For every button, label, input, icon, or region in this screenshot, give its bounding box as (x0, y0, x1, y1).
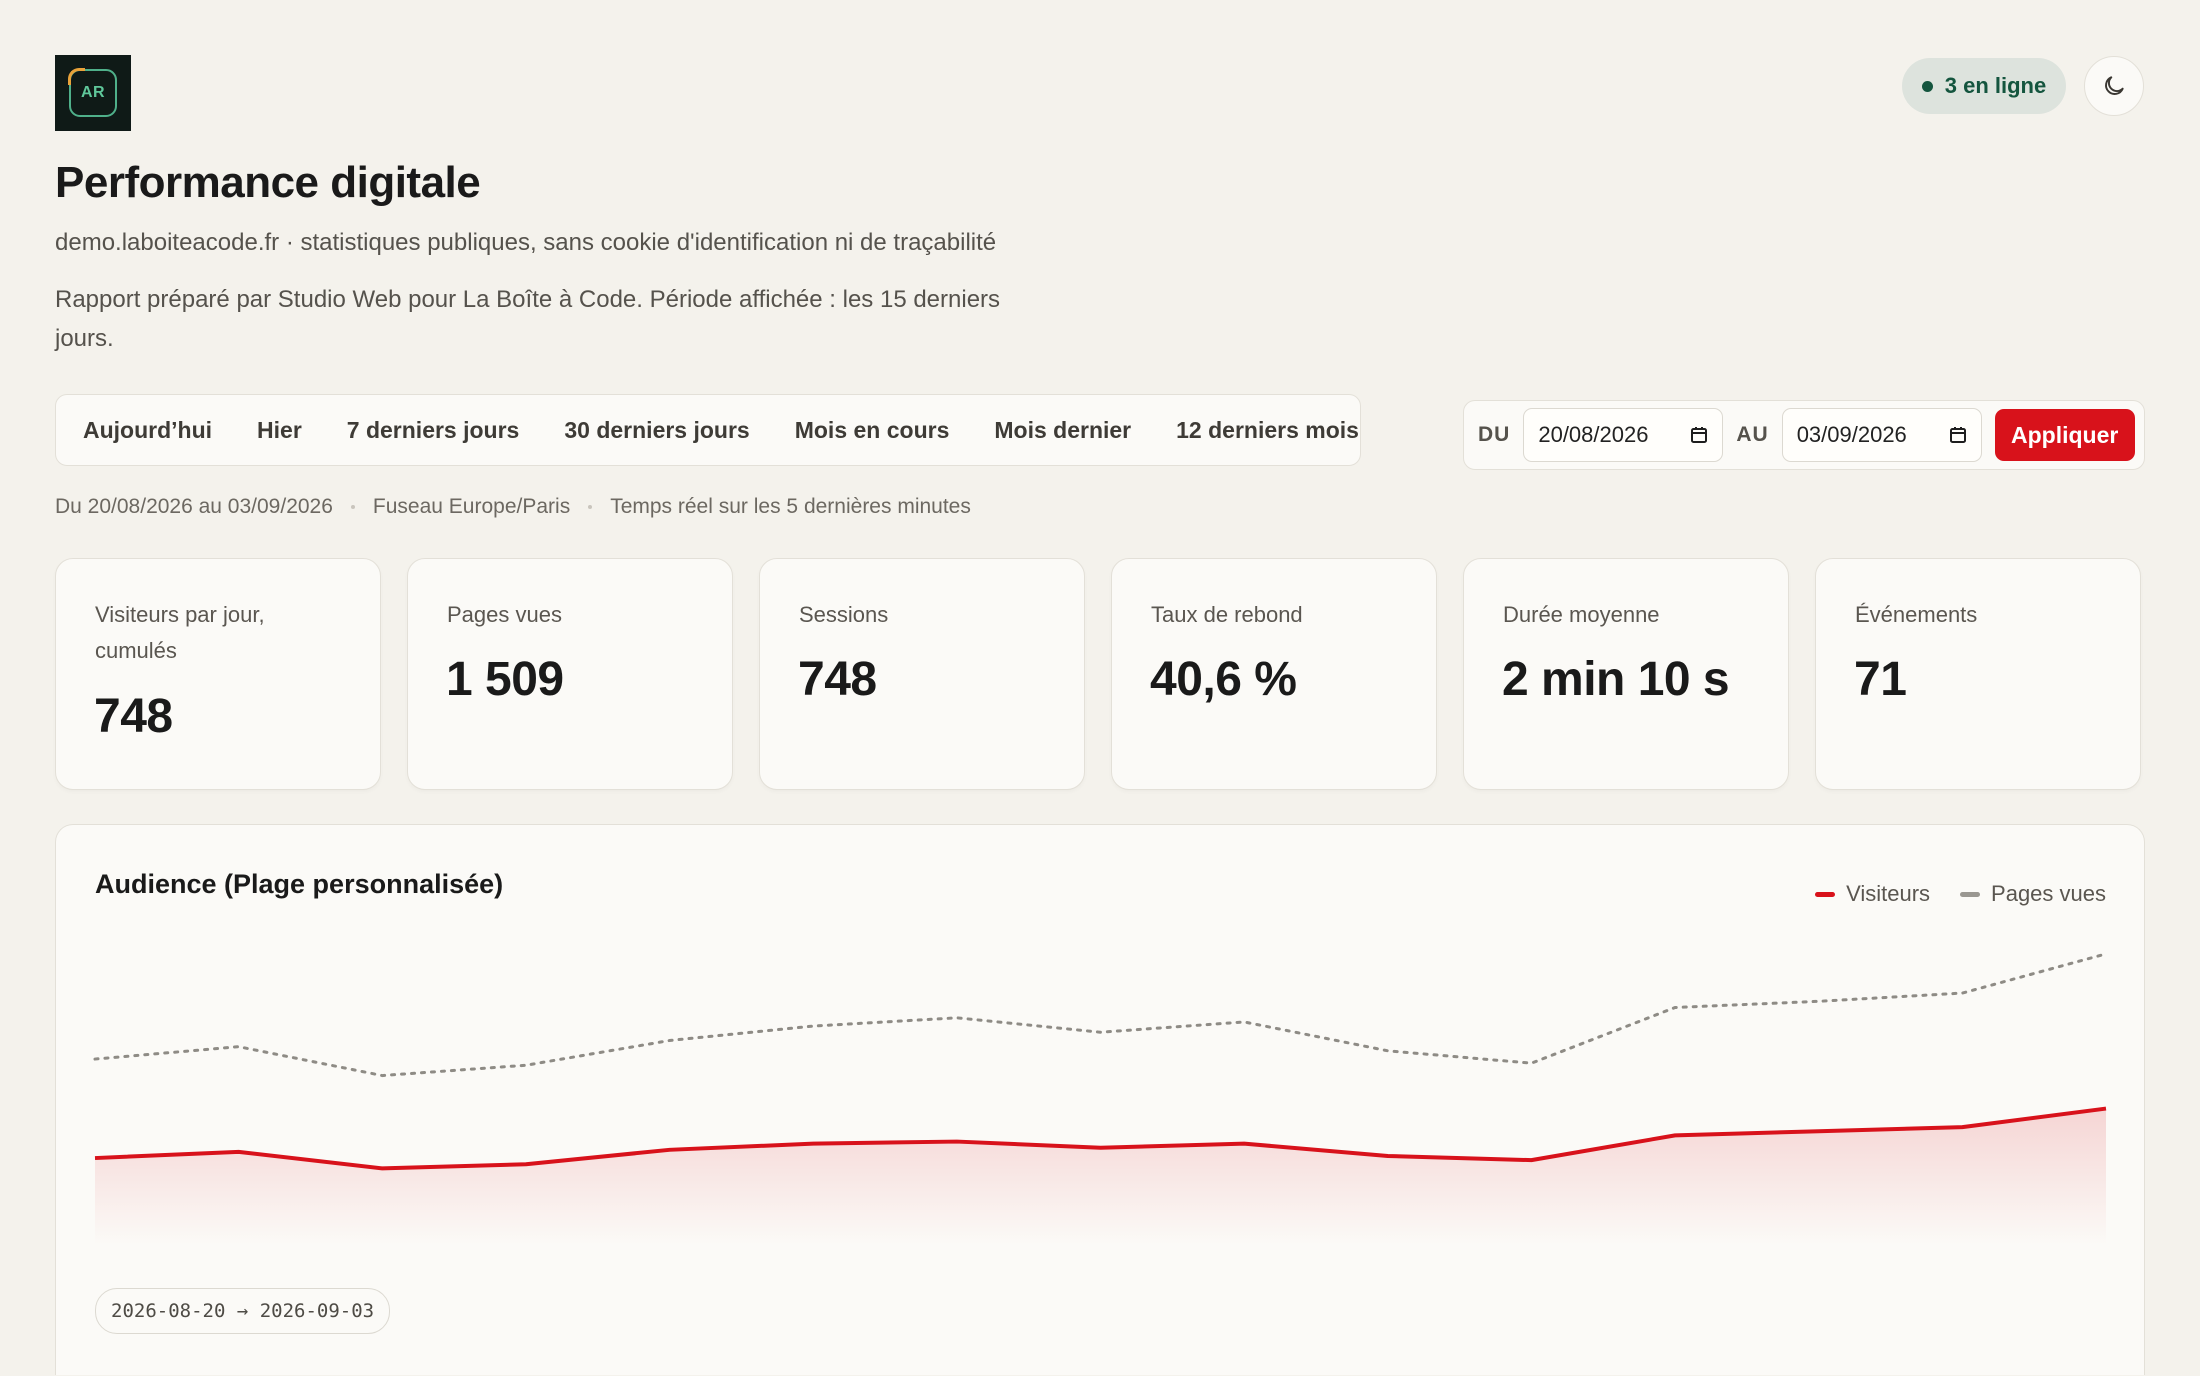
kpi-label: Durée moyenne (1503, 602, 1660, 627)
preset-yesterday[interactable]: Hier (257, 417, 302, 444)
kpi-label: Sessions (799, 602, 889, 627)
timezone-text: Fuseau Europe/Paris (372, 495, 571, 518)
kpi-label: Visiteurs par jour, cumulés (95, 602, 265, 663)
apply-button[interactable]: Appliquer (1994, 409, 2135, 461)
kpi-value: 71 (1854, 653, 1907, 706)
from-date-value: 20/08/2026 (1538, 422, 1649, 447)
kpi-card-sessions: Sessions 748 (759, 558, 1085, 790)
kpi-value: 748 (798, 653, 877, 706)
chart-range-badge: 2026-08-20 → 2026-09-03 (95, 1288, 391, 1334)
kpi-card-events: Événements 71 (1815, 558, 2141, 790)
period-text: Du 20/08/2026 au 03/09/2026 (55, 495, 333, 518)
realtime-text: Temps réel sur les 5 dernières minutes (610, 495, 971, 518)
kpi-value: 2 min 10 s (1502, 653, 1730, 706)
to-date-value: 03/09/2026 (1796, 422, 1907, 447)
online-label: 3 en ligne (1944, 73, 2047, 98)
audience-chart-card: Audience (Plage personnalisée) Visiteurs… (55, 824, 2145, 1375)
kpi-value: 40,6 % (1150, 653, 1297, 706)
online-dot-icon (1921, 80, 1933, 92)
calendar-icon[interactable] (1689, 425, 1709, 445)
pageviews-line (93, 952, 2108, 1078)
page-subtitle: demo.laboiteacode.fr · statistiques publ… (55, 229, 997, 256)
period-meta: Du 20/08/2026 au 03/09/2026 Fuseau Europ… (55, 495, 971, 519)
kpi-card-visitors: Visiteurs par jour, cumulés 748 (55, 558, 381, 790)
separator-dot (588, 505, 593, 509)
page-title: Performance digitale (55, 158, 481, 207)
kpi-card-avg-duration: Durée moyenne 2 min 10 s (1463, 558, 1789, 790)
from-date-input[interactable]: 20/08/2026 (1523, 408, 1724, 462)
logo-mark: AR (68, 68, 117, 117)
preset-30-days[interactable]: 30 derniers jours (564, 417, 749, 444)
preset-current-month[interactable]: Mois en cours (795, 417, 950, 444)
kpi-value: 748 (94, 690, 173, 743)
separator-dot (350, 505, 355, 509)
calendar-icon[interactable] (1948, 425, 1968, 445)
kpi-label: Taux de rebond (1151, 602, 1303, 627)
preset-7-days[interactable]: 7 derniers jours (347, 417, 520, 444)
to-label: AU (1736, 423, 1769, 446)
brand-logo: AR (55, 55, 131, 131)
period-presets: Aujourd’hui Hier 7 derniers jours 30 der… (55, 394, 1361, 466)
kpi-card-bounce-rate: Taux de rebond 40,6 % (1111, 558, 1437, 790)
report-description: Rapport préparé par Studio Web pour La B… (55, 286, 1001, 352)
online-badge: 3 en ligne (1902, 58, 2066, 114)
kpi-label: Événements (1855, 602, 1978, 627)
theme-toggle-button[interactable] (2084, 56, 2144, 116)
date-range-picker: DU 20/08/2026 AU 03/09/2026 Appliquer (1463, 400, 2145, 470)
visitors-area (95, 1108, 2106, 1245)
preset-last-month[interactable]: Mois dernier (994, 417, 1131, 444)
to-date-input[interactable]: 03/09/2026 (1781, 408, 1982, 462)
from-label: DU (1478, 423, 1511, 446)
kpi-label: Pages vues (447, 602, 562, 627)
kpi-value: 1 509 (446, 653, 564, 706)
kpi-card-pageviews: Pages vues 1 509 (407, 558, 733, 790)
preset-12-months[interactable]: 12 derniers mois (1176, 417, 1359, 444)
moon-icon (2105, 76, 2124, 95)
logo-text: AR (80, 84, 106, 101)
preset-today[interactable]: Aujourd’hui (83, 417, 212, 444)
